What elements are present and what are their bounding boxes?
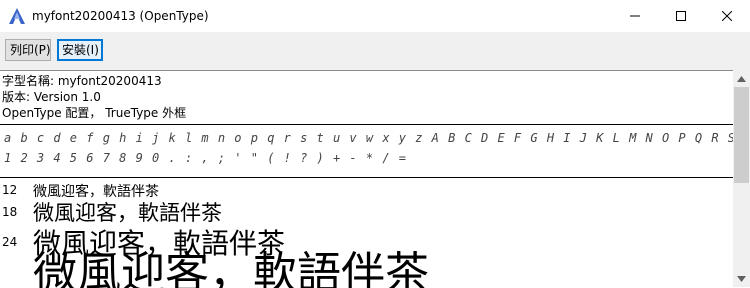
sample-text: 微風迎客，軟語伴茶 bbox=[33, 248, 429, 288]
charset-line-2: 1 2 3 4 5 6 7 8 9 0 . : , ; ' " ( ! ? ) … bbox=[4, 151, 408, 165]
size-label: 18 bbox=[2, 205, 18, 219]
font-name-line: 字型名稱: myfont20200413 bbox=[2, 74, 162, 88]
charset-line-1: a b c d e f g h i j k l m n o p q r s t … bbox=[4, 131, 733, 145]
maximize-icon bbox=[676, 11, 686, 21]
font-preview-pane: 字型名稱: myfont20200413 版本: Version 1.0 Ope… bbox=[0, 70, 733, 288]
scroll-thumb[interactable] bbox=[734, 87, 749, 183]
install-button[interactable]: 安裝(I) bbox=[57, 39, 103, 61]
scroll-down-button[interactable] bbox=[733, 270, 750, 287]
minimize-button[interactable] bbox=[612, 0, 658, 32]
font-file-icon bbox=[8, 7, 26, 25]
close-icon bbox=[722, 11, 732, 21]
divider bbox=[0, 177, 733, 178]
maximize-button[interactable] bbox=[658, 0, 704, 32]
divider bbox=[0, 124, 733, 125]
window-title: myfont20200413 (OpenType) bbox=[32, 9, 209, 23]
close-button[interactable] bbox=[704, 0, 750, 32]
title-bar: myfont20200413 (OpenType) bbox=[0, 0, 750, 32]
print-button[interactable]: 列印(P) bbox=[5, 39, 51, 61]
font-info: 字型名稱: myfont20200413 版本: Version 1.0 Ope… bbox=[2, 73, 186, 121]
outline-line: OpenType 配置， TrueType 外框 bbox=[2, 106, 187, 120]
size-label: 24 bbox=[2, 235, 18, 249]
chevron-down-icon bbox=[737, 275, 746, 282]
version-line: 版本: Version 1.0 bbox=[2, 90, 101, 104]
chevron-up-icon bbox=[737, 75, 746, 82]
scroll-up-button[interactable] bbox=[733, 70, 750, 87]
size-label: 12 bbox=[2, 183, 18, 197]
toolbar: 列印(P) 安裝(I) bbox=[0, 32, 750, 70]
minimize-icon bbox=[630, 15, 640, 17]
vertical-scrollbar[interactable] bbox=[733, 70, 750, 287]
